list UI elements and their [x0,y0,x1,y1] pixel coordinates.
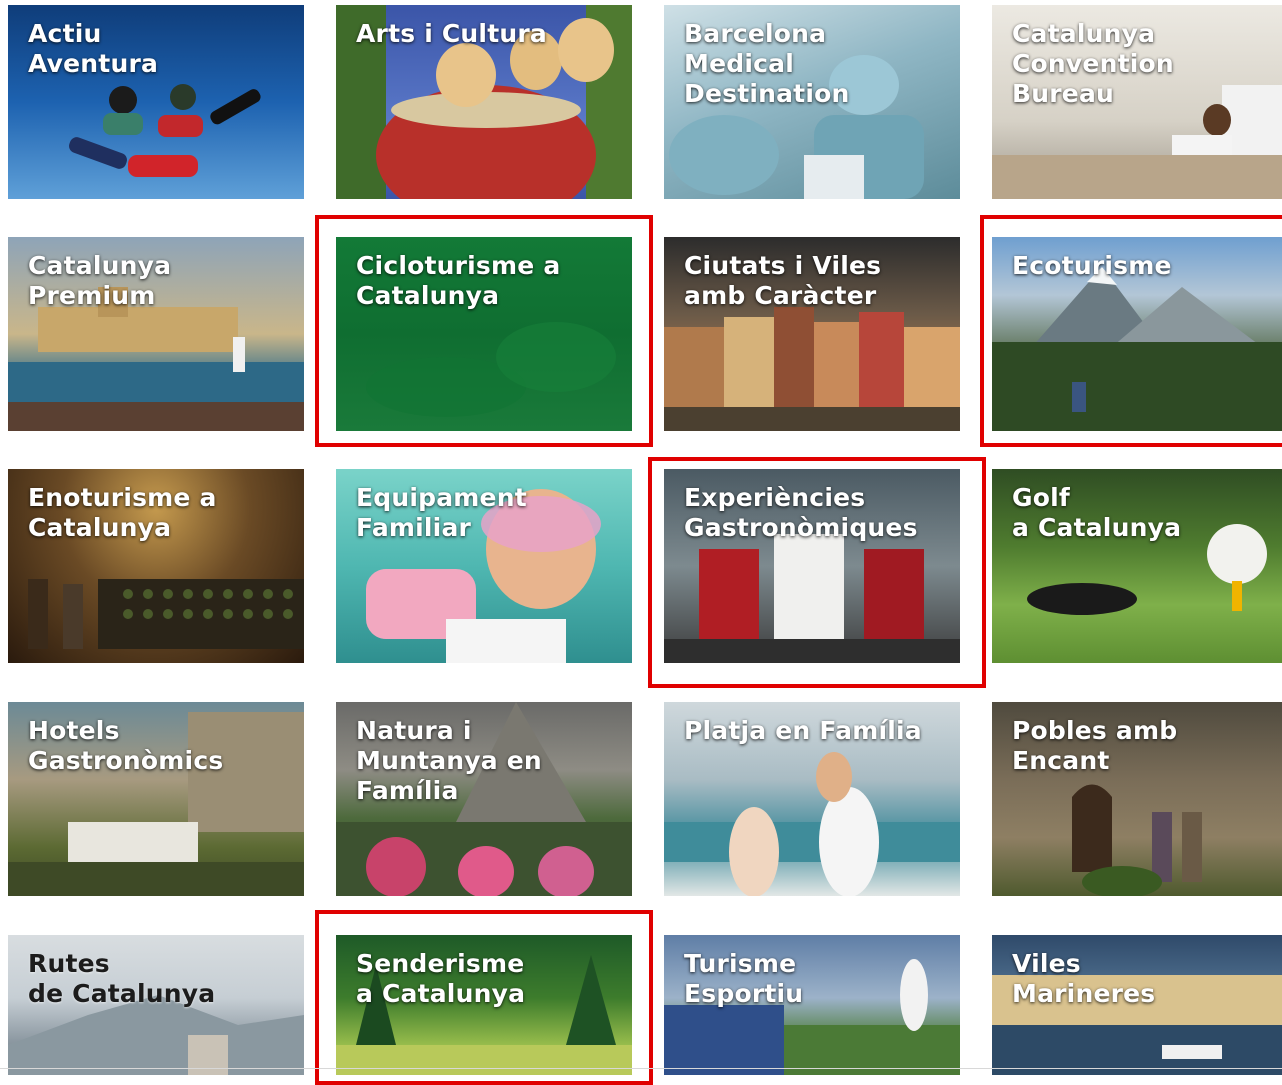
tile-label: Pobles amb Encant [1012,716,1178,775]
tile-hotels-gastronomics[interactable]: Hotels Gastronòmics [8,702,304,896]
tile-label: Senderisme a Catalunya [356,949,526,1008]
tile-label: Barcelona Medical Destination [684,19,850,108]
tile-label: Hotels Gastronòmics [28,716,224,775]
tile-ecoturisme[interactable]: Ecoturisme [992,237,1282,431]
tile-label: Catalunya Premium [28,251,172,310]
tile-label: Turisme Esportiu [684,949,804,1008]
tile-ciutats-viles[interactable]: Ciutats i Viles amb Caràcter [664,237,960,431]
tile-cicloturisme[interactable]: Cicloturisme a Catalunya [336,237,632,431]
tile-barcelona-medical[interactable]: Barcelona Medical Destination [664,5,960,199]
tile-platja-familia[interactable]: Platja en Família [664,702,960,896]
tile-label: Experiències Gastronòmiques [684,483,918,542]
tile-experiencies-gastronomiques[interactable]: Experiències Gastronòmiques [664,469,960,663]
tile-natura-muntanya[interactable]: Natura i Muntanya en Família [336,702,632,896]
tile-senderisme[interactable]: Senderisme a Catalunya [336,935,632,1075]
tile-catalunya-convention[interactable]: Catalunya Convention Bureau [992,5,1282,199]
tile-catalunya-premium[interactable]: Catalunya Premium [8,237,304,431]
tile-label: Equipament Familiar [356,483,527,542]
tile-label: Rutes de Catalunya [28,949,216,1008]
tile-label: Ecoturisme [1012,251,1172,280]
tile-rutes-catalunya[interactable]: Rutes de Catalunya [8,935,304,1075]
page-bottom-divider [0,1068,1282,1069]
tile-label: Enoturisme a Catalunya [28,483,217,542]
tile-enoturisme[interactable]: Enoturisme a Catalunya [8,469,304,663]
tile-turisme-esportiu[interactable]: Turisme Esportiu [664,935,960,1075]
tile-label: Arts i Cultura [356,19,547,48]
tile-label: Actiu Aventura [28,19,159,78]
tile-equipament-familiar[interactable]: Equipament Familiar [336,469,632,663]
tile-actiu-aventura[interactable]: Actiu Aventura [8,5,304,199]
tile-viles-marineres[interactable]: Viles Marineres [992,935,1282,1075]
tile-arts-cultura[interactable]: Arts i Cultura [336,5,632,199]
tile-label: Ciutats i Viles amb Caràcter [684,251,882,310]
tile-golf[interactable]: Golf a Catalunya [992,469,1282,663]
tile-label: Viles Marineres [1012,949,1156,1008]
tile-label: Golf a Catalunya [1012,483,1182,542]
tile-label: Natura i Muntanya en Família [356,716,542,805]
tile-label: Cicloturisme a Catalunya [356,251,561,310]
tile-label: Catalunya Convention Bureau [1012,19,1174,108]
tile-pobles-encant[interactable]: Pobles amb Encant [992,702,1282,896]
tile-label: Platja en Família [684,716,922,745]
